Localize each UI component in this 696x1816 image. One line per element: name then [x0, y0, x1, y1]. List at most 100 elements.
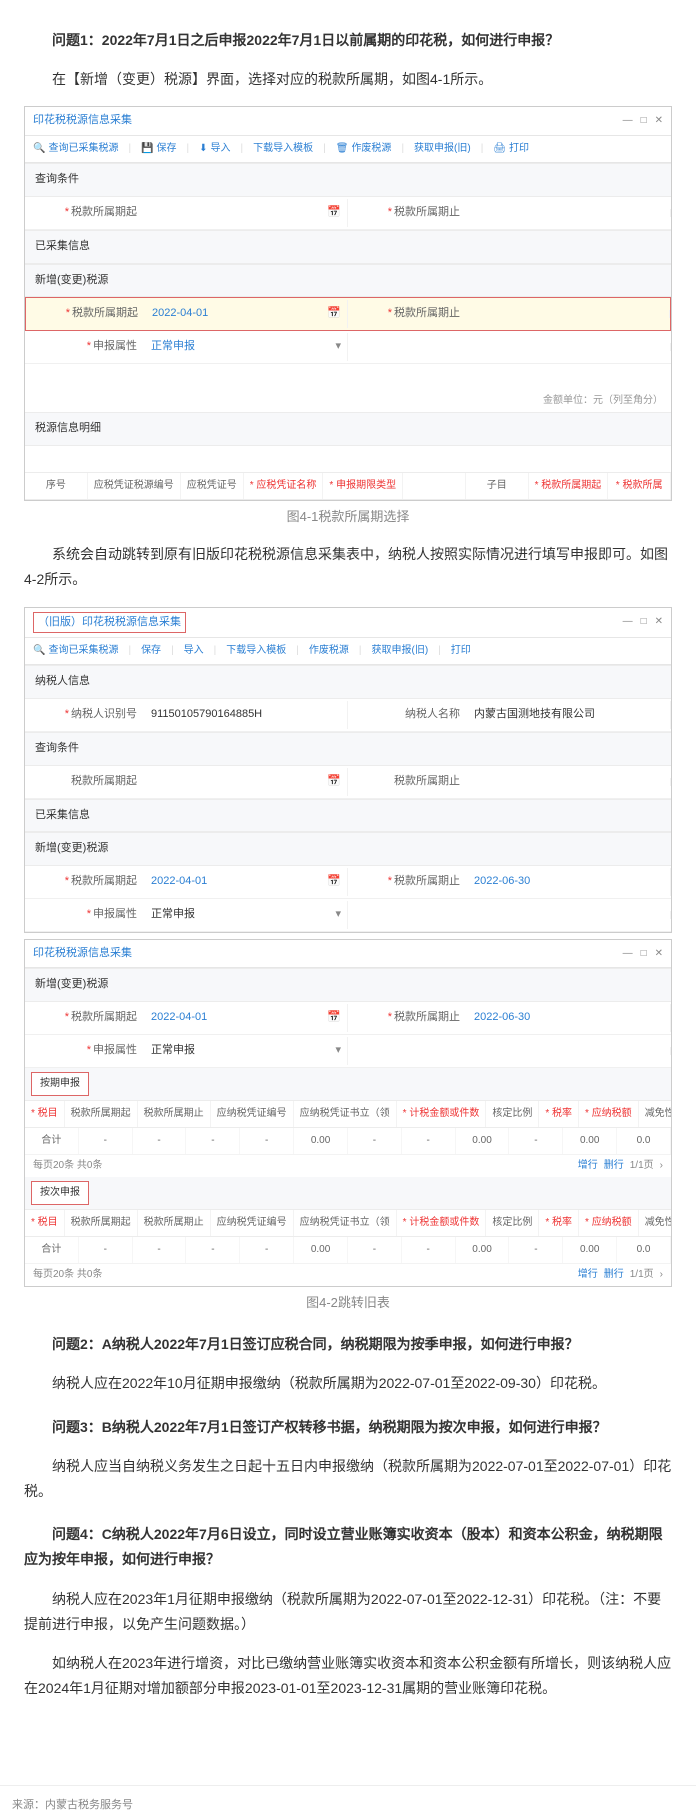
- input-period-to[interactable]: [468, 209, 671, 217]
- input-period-from-2[interactable]: 2022-04-01📅: [146, 300, 348, 328]
- add-row-button[interactable]: 增行: [578, 1157, 598, 1175]
- toolbar-import[interactable]: 导入: [184, 642, 204, 660]
- label-period-to: 税款所属期止: [394, 206, 460, 218]
- toolbar-save[interactable]: 保存: [141, 642, 161, 660]
- section-query: 查询条件: [25, 163, 671, 197]
- grid-header-occurrence: * 税目 税款所属期起 税款所属期止 应纳税凭证编号 应纳税凭证书立（领 * 计…: [25, 1209, 671, 1237]
- input-period-from-4[interactable]: 2022-04-01📅: [145, 1004, 348, 1032]
- input-period-from-3[interactable]: 2022-04-01📅: [145, 868, 348, 896]
- chevron-down-icon: ▾: [335, 1041, 341, 1061]
- toolbar-query[interactable]: 🔍查询已采集税源: [33, 642, 118, 660]
- app-window-fig1: 印花税税源信息采集 — □ ✕ 🔍查询已采集税源| 💾保存| ⬇导入| 下载导入…: [24, 106, 672, 500]
- tab-period-declare[interactable]: 按期申报: [31, 1072, 89, 1096]
- calendar-icon: 📅: [327, 1008, 341, 1028]
- paragraph: 纳税人应当自纳税义务发生之日起十五日内申报缴纳（税款所属期为2022-07-01…: [24, 1454, 672, 1504]
- label-declare-attr-2: 申报属性: [93, 908, 137, 920]
- pager-next-icon[interactable]: ›: [660, 1266, 663, 1284]
- section-collected: 已采集信息: [25, 230, 671, 264]
- import-icon: ⬇: [199, 140, 207, 158]
- field-taxpayer-name: 内蒙古国测地技有限公司: [468, 701, 671, 729]
- calendar-icon: 📅: [327, 203, 341, 223]
- toolbar-template[interactable]: 下载导入模板: [226, 642, 286, 660]
- label-period-from: 税款所属期起: [71, 206, 137, 218]
- label-taxpayer-name: 纳税人名称: [405, 708, 460, 720]
- grid-total-row-2: 合计 ---- 0.00-- 0.00-0.000.0: [25, 1237, 671, 1264]
- print-icon: 🖨: [493, 140, 506, 158]
- toolbar-void[interactable]: 作废税源: [309, 642, 349, 660]
- input-period-to[interactable]: [468, 778, 671, 786]
- calendar-icon: 📅: [327, 304, 341, 324]
- question-1: 问题1：2022年7月1日之后申报2022年7月1日以前属期的印花税，如何进行申…: [24, 28, 672, 53]
- paragraph: 纳税人应在2023年1月征期申报缴纳（税款所属期为2022-07-01至2022…: [24, 1587, 672, 1637]
- toolbar-template[interactable]: 下载导入模板: [253, 140, 313, 158]
- tab-per-occurrence[interactable]: 按次申报: [31, 1181, 89, 1205]
- pager-page-2: 1/1页: [630, 1266, 654, 1284]
- chevron-down-icon: ▾: [335, 337, 341, 357]
- label-declare-attr: 申报属性: [93, 340, 137, 352]
- unit-note: 金额单位：元（列至角分）: [25, 390, 671, 412]
- maximize-icon[interactable]: □: [641, 613, 647, 631]
- toolbar-fetch[interactable]: 获取申报(旧): [372, 642, 429, 660]
- toolbar-import[interactable]: ⬇导入: [199, 140, 230, 158]
- grid-header-period: * 税目 税款所属期起 税款所属期止 应纳税凭证编号 应纳税凭证书立（领 * 计…: [25, 1100, 671, 1128]
- toolbar-void[interactable]: 🗑作废税源: [336, 140, 392, 158]
- section-collected: 已采集信息: [25, 799, 671, 833]
- label-period-from: 税款所属期起: [71, 775, 137, 787]
- section-new-source: 新增(变更)税源: [25, 968, 671, 1002]
- grid-header: 序号 应税凭证税源编号 应税凭证号 * 应税凭证名称 * 申报期限类型 子目 *…: [25, 472, 671, 500]
- input-period-from[interactable]: 📅: [145, 199, 348, 227]
- toolbar-print[interactable]: 打印: [451, 642, 471, 660]
- add-row-button[interactable]: 增行: [578, 1266, 598, 1284]
- search-icon: 🔍: [33, 140, 45, 158]
- input-period-from[interactable]: 📅: [145, 768, 348, 796]
- window-title: 印花税税源信息采集: [33, 111, 132, 131]
- input-period-to-3[interactable]: 2022-06-30: [468, 868, 671, 896]
- question-2: 问题2：A纳税人2022年7月1日签订应税合同，纳税期限为按季申报，如何进行申报…: [24, 1332, 672, 1357]
- del-row-button[interactable]: 删行: [604, 1266, 624, 1284]
- close-icon[interactable]: ✕: [655, 613, 663, 631]
- toolbar-query[interactable]: 🔍查询已采集税源: [33, 140, 118, 158]
- pager-total-2: 每页20条 共0条: [33, 1266, 102, 1284]
- maximize-icon[interactable]: □: [641, 112, 647, 130]
- source-footer: 来源：内蒙古税务服务号: [0, 1785, 696, 1816]
- section-new-source: 新增(变更)税源: [25, 264, 671, 298]
- minimize-icon[interactable]: —: [623, 613, 633, 631]
- figure-caption-1: 图4-1税款所属期选择: [24, 505, 672, 528]
- select-declare-attr[interactable]: 正常申报▾: [145, 333, 348, 361]
- label-period-from-4: 税款所属期起: [71, 1011, 137, 1023]
- label-period-to-3: 税款所属期止: [394, 875, 460, 887]
- maximize-icon[interactable]: □: [641, 945, 647, 963]
- label-period-from-2: 税款所属期起: [72, 307, 138, 319]
- toolbar-print[interactable]: 🖨打印: [493, 140, 529, 158]
- minimize-icon[interactable]: —: [623, 945, 633, 963]
- question-4: 问题4：C纳税人2022年7月6日设立，同时设立营业账簿实收资本（股本）和资本公…: [24, 1522, 672, 1572]
- input-period-to-2[interactable]: [468, 310, 670, 318]
- section-query: 查询条件: [25, 732, 671, 766]
- input-period-to-4[interactable]: 2022-06-30: [468, 1004, 671, 1032]
- label-declare-attr-3: 申报属性: [93, 1044, 137, 1056]
- window-title: 印花税税源信息采集: [33, 944, 132, 964]
- label-period-to: 税款所属期止: [394, 775, 460, 787]
- del-row-button[interactable]: 删行: [604, 1157, 624, 1175]
- paragraph: 在【新增（变更）税源】界面，选择对应的税款所属期，如图4-1所示。: [24, 67, 672, 92]
- window-title-old: （旧版）印花税税源信息采集: [33, 612, 186, 634]
- question-3: 问题3：B纳税人2022年7月1日签订产权转移书据，纳税期限为按次申报，如何进行…: [24, 1415, 672, 1440]
- figure-caption-2: 图4-2跳转旧表: [24, 1291, 672, 1314]
- search-icon: 🔍: [33, 642, 45, 660]
- minimize-icon[interactable]: —: [623, 112, 633, 130]
- select-declare-attr-2[interactable]: 正常申报▾: [145, 901, 348, 929]
- section-new-source: 新增(变更)税源: [25, 832, 671, 866]
- toolbar-save[interactable]: 💾保存: [141, 140, 176, 158]
- app-window-fig2a: （旧版）印花税税源信息采集 — □ ✕ 🔍查询已采集税源| 保存| 导入| 下载…: [24, 607, 672, 933]
- paragraph: 如纳税人在2023年进行增资，对比已缴纳营业账簿实收资本和资本公积金额有所增长，…: [24, 1651, 672, 1701]
- toolbar-fetch[interactable]: 获取申报(旧): [414, 140, 471, 158]
- close-icon[interactable]: ✕: [655, 112, 663, 130]
- field-taxpayer-id: 91150105790164885H: [145, 701, 348, 729]
- calendar-icon: 📅: [327, 772, 341, 792]
- select-declare-attr-3[interactable]: 正常申报▾: [145, 1037, 348, 1065]
- pager-total: 每页20条 共0条: [33, 1157, 102, 1175]
- paragraph: 系统会自动跳转到原有旧版印花税税源信息采集表中，纳税人按照实际情况进行填写申报即…: [24, 542, 672, 592]
- pager-next-icon[interactable]: ›: [660, 1157, 663, 1175]
- close-icon[interactable]: ✕: [655, 945, 663, 963]
- app-window-fig2b: 印花税税源信息采集 — □ ✕ 新增(变更)税源 *税款所属期起 2022-04…: [24, 939, 672, 1287]
